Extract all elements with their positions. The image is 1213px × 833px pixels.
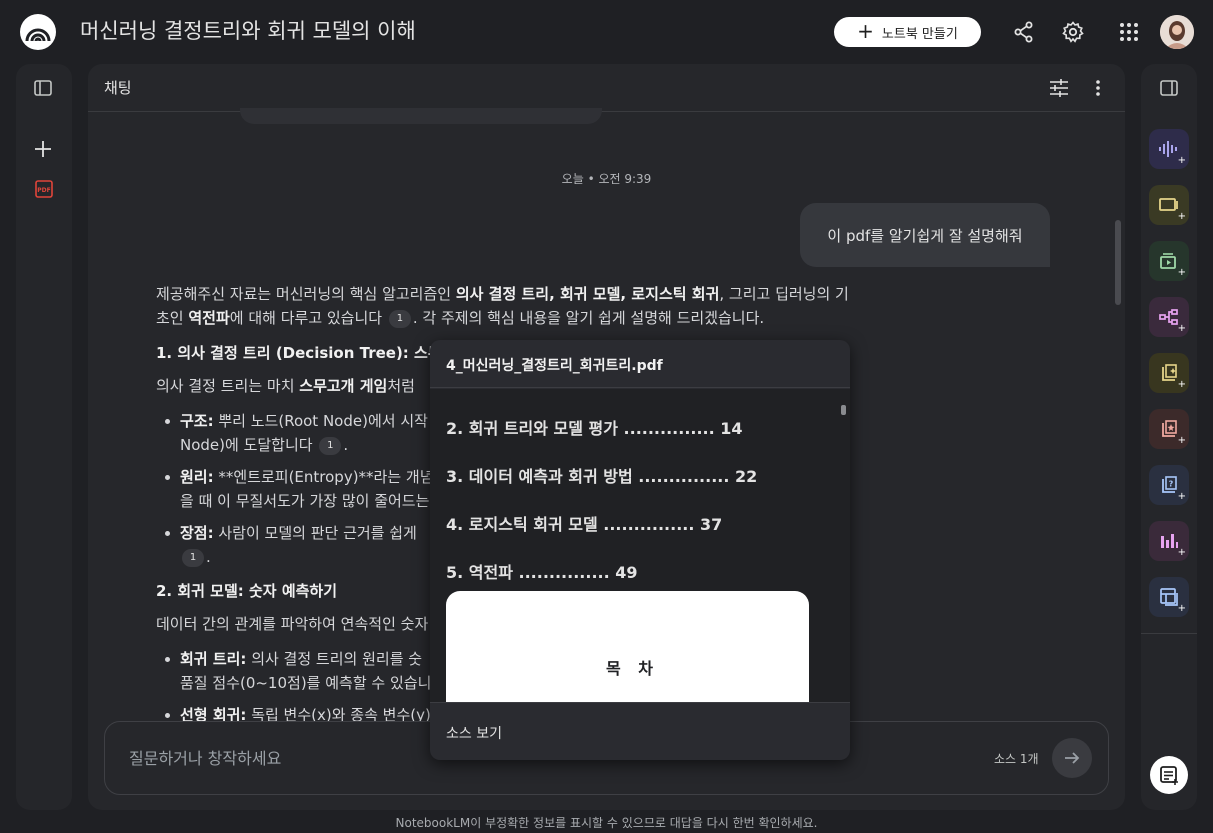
source-count-label: 소스 1개 — [994, 752, 1039, 766]
bar-chart-icon — [1161, 534, 1178, 548]
studio-divider — [1141, 633, 1197, 634]
disclaimer-footer: NotebookLM이 부정확한 정보를 표시할 수 있으므로 대답을 다시 한… — [395, 816, 818, 830]
more-vert-icon[interactable] — [1094, 78, 1102, 102]
video-overview-button[interactable]: + — [1149, 241, 1189, 281]
create-notebook-button[interactable]: + 노트북 만들기 — [834, 17, 981, 47]
chat-header: 채팅 — [88, 64, 1125, 112]
gear-icon[interactable] — [1061, 20, 1085, 44]
message-timestamp: 오늘 • 오전 9:39 — [561, 172, 652, 186]
avatar[interactable] — [1160, 15, 1194, 49]
citation-chip[interactable]: 1 — [182, 548, 204, 567]
popup-scrollbar[interactable] — [841, 405, 846, 415]
chat-settings-sliders-icon[interactable] — [1049, 79, 1069, 101]
data-table-button[interactable]: + — [1149, 577, 1189, 617]
pdf-source-icon[interactable]: PDF — [34, 179, 54, 203]
chat-scrollbar[interactable] — [1115, 220, 1121, 305]
mind-map-icon — [1159, 309, 1178, 325]
quiz-icon: ? — [1162, 476, 1177, 493]
infographic-button[interactable]: + — [1149, 521, 1189, 561]
citation-chip[interactable]: 1 — [319, 436, 342, 455]
toc-item: 2. 회귀 트리와 모델 평가 ............... 14 — [446, 419, 743, 438]
add-source-icon[interactable] — [33, 139, 53, 163]
chat-title: 채팅 — [104, 79, 132, 97]
sources-panel: PDF — [16, 64, 72, 810]
add-note-button[interactable] — [1150, 756, 1188, 794]
data-table-icon — [1160, 588, 1178, 606]
slides-button[interactable]: + — [1149, 185, 1189, 225]
source-preview-popup: 4_머신러닝_결정트리_회귀트리.pdf 2. 회귀 트리와 모델 평가 ...… — [430, 340, 850, 760]
popup-footer: 소스 보기 — [430, 702, 850, 760]
expand-studio-panel-icon[interactable] — [1160, 79, 1178, 101]
flashcards-button[interactable]: + — [1149, 409, 1189, 449]
page-heading: 목 차 — [606, 659, 660, 678]
video-icon — [1160, 253, 1176, 269]
previous-message-bubble — [240, 108, 602, 124]
svg-text:?: ? — [1169, 480, 1174, 489]
toc-item: 3. 데이터 예측과 회귀 방법 ............... 22 — [446, 467, 758, 486]
top-bar: 머신러닝 결정트리와 회귀 모델의 이해 + 노트북 만들기 — [0, 0, 1213, 64]
user-message: 이 pdf를 알기쉽게 잘 설명해줘 — [800, 203, 1050, 267]
mind-map-button[interactable]: + — [1149, 297, 1189, 337]
audio-overview-button[interactable]: + — [1149, 129, 1189, 169]
report-button[interactable]: + — [1149, 353, 1189, 393]
source-filename: 4_머신러닝_결정트리_회귀트리.pdf — [446, 358, 663, 374]
svg-text:PDF: PDF — [37, 187, 50, 194]
share-icon[interactable] — [1012, 20, 1036, 44]
notebooklm-logo-icon[interactable] — [20, 14, 56, 50]
create-notebook-label: 노트북 만들기 — [881, 26, 958, 42]
plus-icon: + — [857, 19, 874, 43]
arrow-right-icon — [1065, 752, 1080, 764]
citation-chip[interactable]: 1 — [388, 309, 411, 328]
popup-header: 4_머신러닝_결정트리_회귀트리.pdf — [430, 340, 850, 388]
send-button[interactable] — [1052, 738, 1092, 778]
studio-panel: + + + + + + ? + + + — [1141, 64, 1197, 810]
expand-sources-panel-icon[interactable] — [34, 79, 52, 101]
toc-item: 5. 역전파 ............... 49 — [446, 563, 638, 582]
apps-grid-icon[interactable] — [1117, 20, 1141, 44]
answer-intro: 제공해주신 자료는 머신러닝의 핵심 알고리즘인 의사 결정 트리, 회귀 모델… — [156, 285, 849, 328]
flashcard-icon — [1162, 420, 1177, 437]
report-sparkle-icon — [1162, 364, 1177, 381]
notebook-title[interactable]: 머신러닝 결정트리와 회귀 모델의 이해 — [80, 16, 416, 46]
view-source-link[interactable]: 소스 보기 — [446, 723, 502, 743]
toc-item: 4. 로지스틱 회귀 모델 ............... 37 — [446, 515, 723, 534]
source-page-preview: 목 차 — [446, 591, 809, 702]
note-add-icon — [1160, 766, 1178, 785]
quiz-button[interactable]: ? + — [1149, 465, 1189, 505]
source-content: 2. 회귀 트리와 모델 평가 ............... 14 3. 데이… — [430, 389, 850, 702]
